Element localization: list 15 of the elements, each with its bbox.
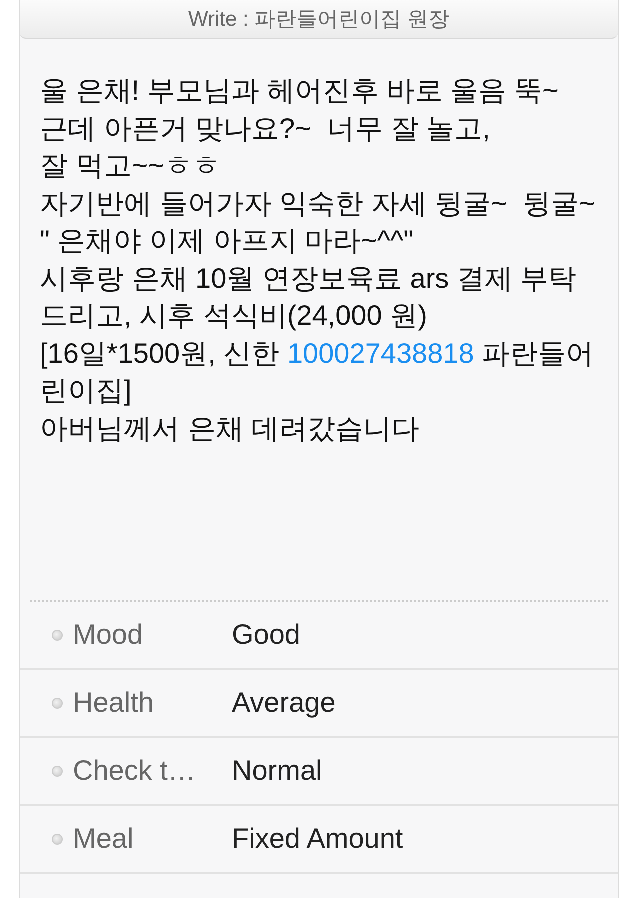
field-value: Good (232, 619, 300, 651)
bullet-icon (52, 630, 63, 640)
field-label: Meal (73, 823, 135, 855)
field-value: Average (232, 687, 336, 719)
message-text: 울 은채! 부모님과 헤어진후 바로 울음 뚝~ 근데 아픈거 맞나요?~ 너무 잘 놀고, 잘 먹고~~ㅎㅎ 자기반에 들어가자 익숙한 자세 뒹굴~ 뒹굴~ " 은채야 이제 아프지 마라~^^" 시후랑 은채 10월 연장보육료 ars 결제 부탁드리고, 시후 석식비(24,000 원) [16일*1500원, 신한 100027438818 파란들어린이집] 아버님께서 은채 데려갔습니다 (40, 74, 596, 446)
field-label: Check t… (73, 755, 197, 787)
window-title: Write : 파란들어린이집 원장 (188, 7, 450, 33)
phone-link[interactable]: 100027438818 (287, 338, 474, 368)
field-value: Fixed Amount (232, 823, 404, 855)
bullet-icon (52, 766, 63, 776)
bullet-icon (52, 698, 63, 708)
bullet-icon (52, 834, 63, 844)
field-label: Health (73, 687, 155, 719)
field-value: Normal (232, 755, 322, 787)
field-label: Mood (73, 619, 144, 651)
